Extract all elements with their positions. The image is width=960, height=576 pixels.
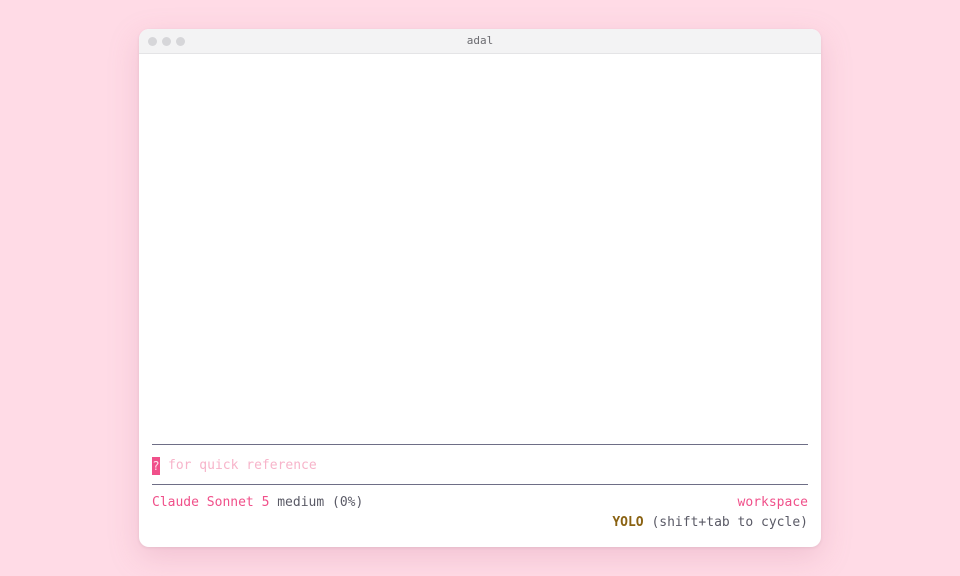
title-bar: adal: [139, 29, 821, 54]
workspace-label: workspace: [738, 495, 808, 510]
model-name: Claude Sonnet 5: [152, 495, 270, 510]
terminal-window: adal ? for quick reference Claude Sonnet…: [139, 29, 821, 547]
prompt-placeholder: for quick reference: [168, 458, 317, 473]
mode-name: YOLO: [612, 515, 644, 530]
workspace-name: workspace: [737, 495, 808, 510]
help-key-badge: ?: [152, 456, 160, 475]
prompt-input[interactable]: ? for quick reference: [152, 456, 317, 475]
mode-cycle-hint: (shift+tab to cycle): [651, 515, 808, 530]
permission-mode: YOLO (shift+tab to cycle): [612, 515, 808, 530]
model-effort: medium (0%): [277, 495, 364, 510]
input-top-divider: [152, 444, 808, 445]
window-title: adal: [466, 34, 494, 47]
model-status: Claude Sonnet 5 medium (0%): [152, 495, 363, 510]
input-bottom-divider: [152, 484, 808, 485]
